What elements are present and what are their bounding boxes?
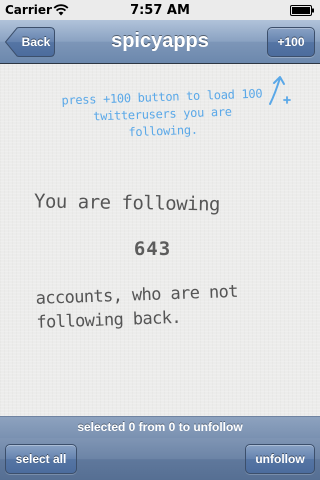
following-label: You are following [33,190,221,216]
back-button[interactable]: Back [5,27,55,57]
navigation-bar: spicyapps Back +100 [0,20,320,64]
status-time: 7:57 AM [130,3,190,18]
following-count: 643 [133,238,172,260]
hint-text: press +100 button to load 100 twitteruse… [61,86,263,140]
battery-icon [290,5,314,16]
back-button-label: Back [21,35,51,49]
main-content: press +100 button to load 100 twitteruse… [0,64,320,416]
unfollow-button[interactable]: unfollow [245,444,315,474]
status-bar: Carrier 7:57 AM [0,0,320,20]
bottom-toolbar: select all unfollow [0,438,320,480]
selection-status: selected 0 from 0 to unfollow [0,416,320,438]
select-all-button[interactable]: select all [5,444,77,474]
not-following-text: accounts, who are not following back. [35,281,239,333]
arrow-up-icon [269,76,291,105]
load-100-button[interactable]: +100 [267,27,315,57]
